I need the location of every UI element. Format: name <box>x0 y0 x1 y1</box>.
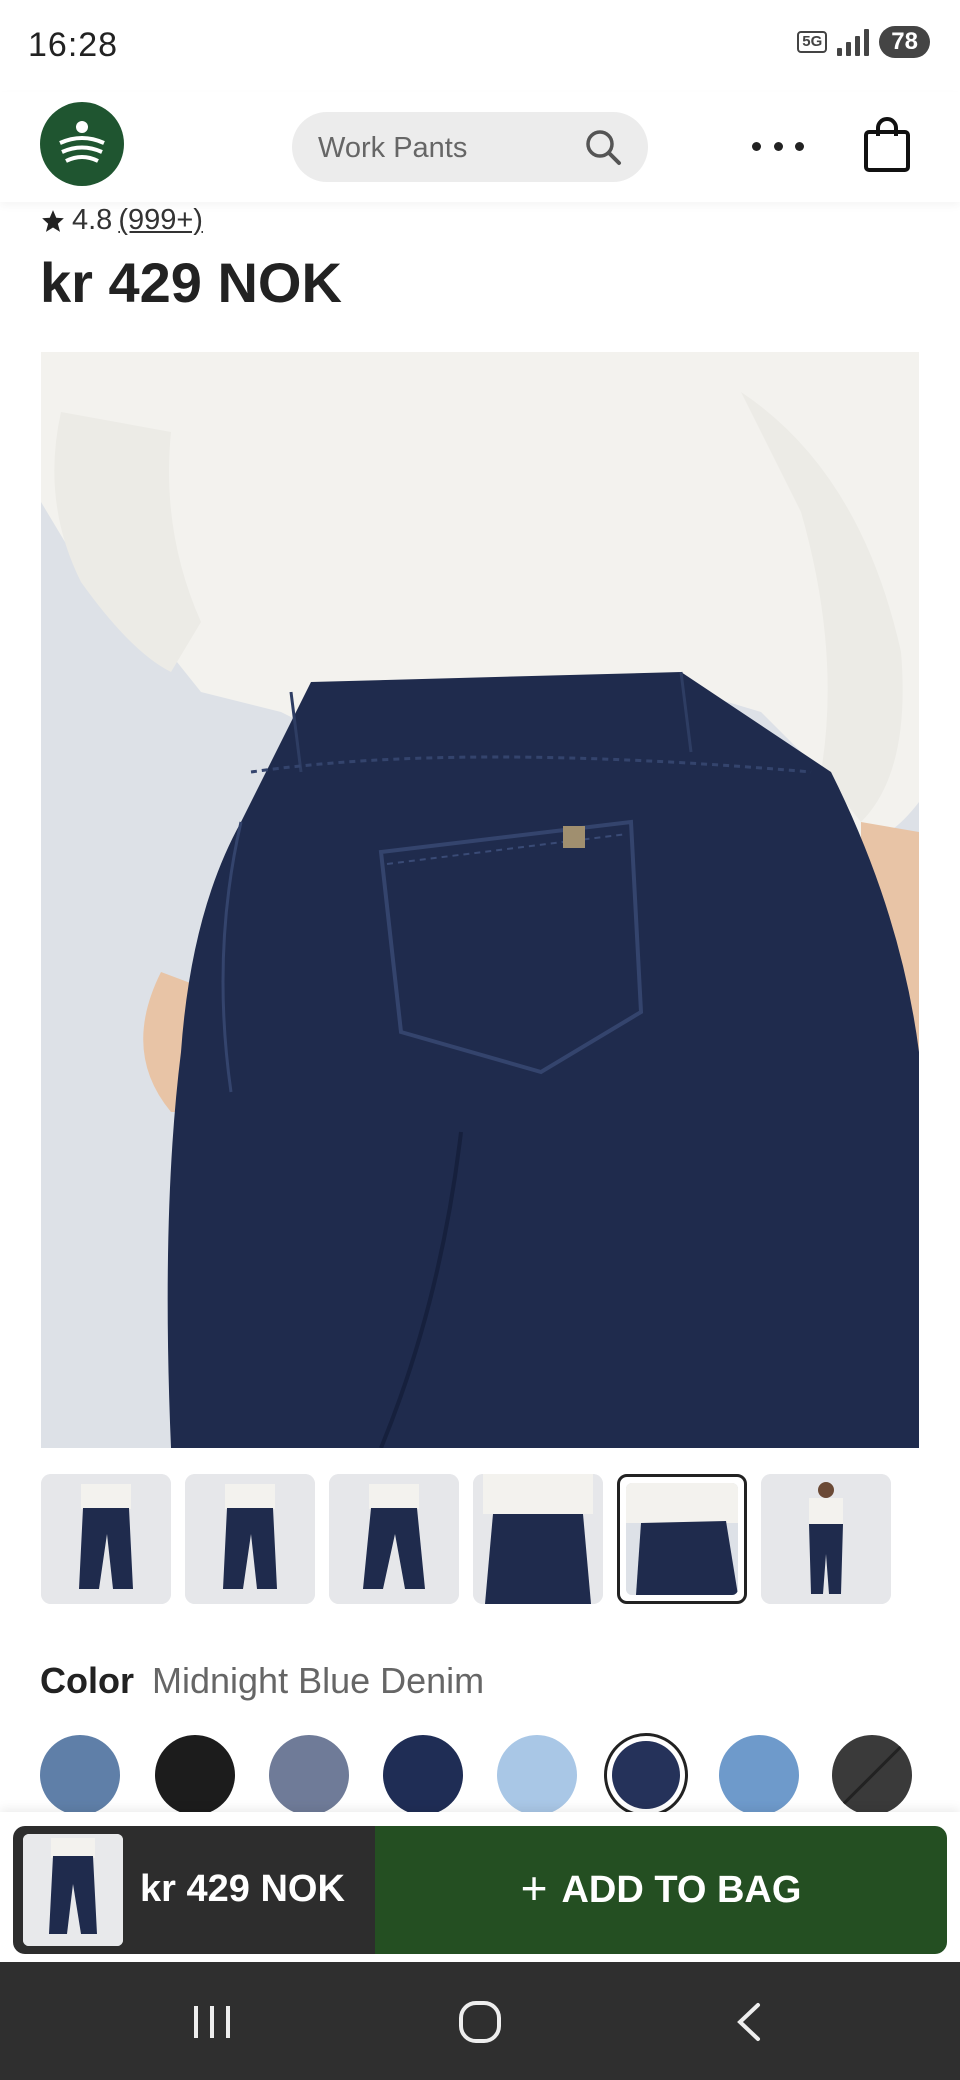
app-header: Work Pants <box>0 92 960 202</box>
rating-value: 4.8 <box>72 204 113 236</box>
thumbnail-image[interactable] <box>329 1474 459 1604</box>
thumbnail-image[interactable] <box>185 1474 315 1604</box>
sticky-price: kr 429 NOK <box>140 1868 345 1910</box>
sticky-product-summary: kr 429 NOK <box>13 1826 375 1954</box>
shopping-bag-icon[interactable] <box>862 116 912 174</box>
review-count[interactable]: (999+) <box>118 204 203 237</box>
star-icon <box>42 209 64 232</box>
product-price: kr 429 NOK <box>40 251 342 314</box>
back-icon[interactable] <box>720 1992 780 2052</box>
plus-icon: + <box>520 1862 548 1914</box>
swatch-light-denim[interactable] <box>40 1735 120 1815</box>
status-time: 16:28 <box>28 26 119 64</box>
network-badge: 5G <box>797 31 828 53</box>
sticky-purchase-bar: kr 429 NOK + ADD TO BAG <box>0 1812 960 1962</box>
swatch-charcoal-unavailable[interactable] <box>832 1735 912 1815</box>
color-label: Color <box>40 1660 134 1701</box>
thumbnail-image[interactable] <box>41 1474 171 1604</box>
add-to-bag-button[interactable]: + ADD TO BAG <box>375 1826 947 1954</box>
swatch-stonewash[interactable] <box>719 1735 799 1815</box>
battery-indicator: 78 <box>879 26 930 58</box>
product-rating[interactable]: 4.8 (999+) <box>40 204 203 237</box>
thumbnail-image[interactable] <box>761 1474 891 1604</box>
swatch-light-blue[interactable] <box>497 1735 577 1815</box>
add-to-bag-label: ADD TO BAG <box>561 1868 802 1911</box>
swatch-black[interactable] <box>155 1735 235 1815</box>
swatch-grey-blue[interactable] <box>269 1735 349 1815</box>
swatch-navy[interactable] <box>383 1735 463 1815</box>
thumbnail-image-selected[interactable] <box>617 1474 747 1604</box>
more-horizontal-icon[interactable] <box>752 126 804 166</box>
thumbnail-image[interactable] <box>473 1474 603 1604</box>
search-icon[interactable] <box>582 126 624 168</box>
brand-logo-icon[interactable] <box>40 102 124 186</box>
recent-apps-icon[interactable] <box>182 1992 242 2052</box>
status-bar: 16:28 5G 78 <box>0 0 960 92</box>
status-indicators: 5G 78 <box>797 26 930 58</box>
color-selector-label: Color Midnight Blue Denim <box>40 1660 484 1702</box>
search-input[interactable]: Work Pants <box>318 132 467 165</box>
selected-color-name: Midnight Blue Denim <box>152 1660 485 1701</box>
system-navigation-bar <box>0 1962 960 2080</box>
search-bar[interactable]: Work Pants <box>292 112 648 182</box>
swatch-midnight-blue-denim-selected[interactable] <box>604 1733 688 1817</box>
home-icon[interactable] <box>450 1992 510 2052</box>
signal-icon <box>837 28 870 56</box>
product-thumbnails <box>41 1474 921 1604</box>
sticky-product-thumbnail <box>23 1834 123 1946</box>
product-main-image[interactable] <box>41 352 919 1448</box>
